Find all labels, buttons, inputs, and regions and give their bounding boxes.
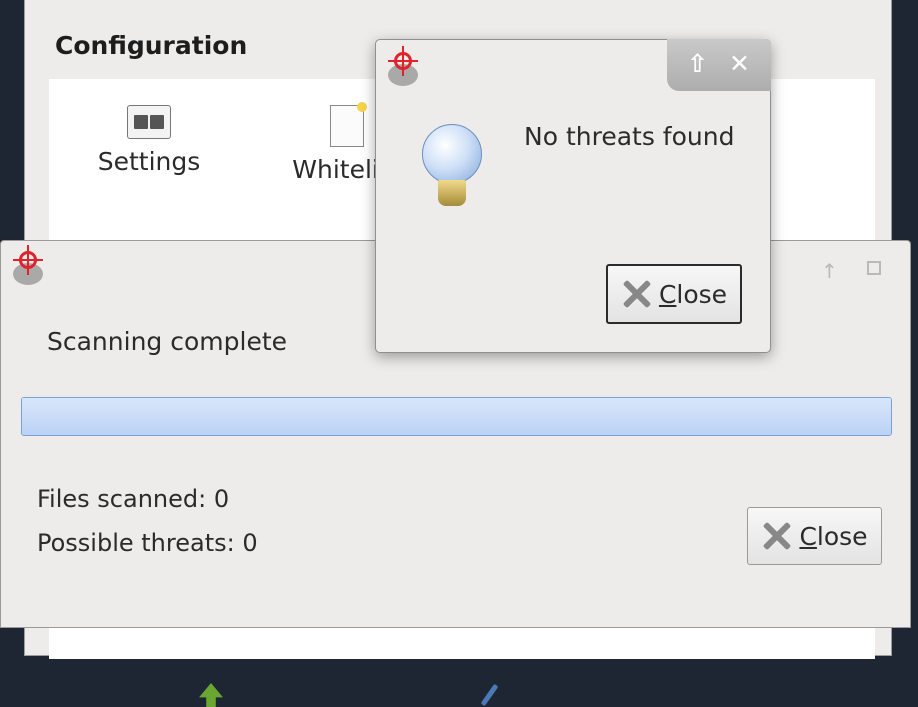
possible-threats-text: Possible threats: 0 <box>37 529 258 557</box>
scan-progress-bar <box>21 397 892 436</box>
edit-icon[interactable] <box>481 683 505 707</box>
close-icon <box>761 521 791 551</box>
close-icon <box>621 279 651 309</box>
close-icon[interactable]: ✕ <box>729 49 750 78</box>
notification-message: No threats found <box>524 122 735 151</box>
update-icon[interactable] <box>199 683 223 707</box>
files-scanned-text: Files scanned: 0 <box>37 485 230 513</box>
clamtk-icon <box>11 245 51 287</box>
whitelist-icon <box>330 102 367 147</box>
clamtk-icon <box>386 46 426 88</box>
maximize-icon[interactable] <box>867 261 881 275</box>
close-button-label: Close <box>658 279 728 309</box>
notification-popup: ⇧ ✕ No threats found Close <box>375 39 771 353</box>
scan-close-button[interactable]: Close <box>747 507 882 565</box>
up-arrow-icon[interactable]: ↑ <box>821 259 838 283</box>
progress-fill <box>22 398 891 435</box>
settings-label: Settings <box>97 147 201 176</box>
settings-tool[interactable]: Settings <box>89 105 209 176</box>
up-arrow-icon[interactable]: ⇧ <box>687 49 708 78</box>
settings-icon <box>127 105 171 139</box>
scan-status: Scanning complete <box>47 327 288 356</box>
lightbulb-icon <box>418 124 488 214</box>
close-button-label: Close <box>799 521 868 551</box>
notification-close-button[interactable]: Close <box>606 264 742 324</box>
configuration-heading: Configuration <box>55 31 248 60</box>
notification-controls: ⇧ ✕ <box>667 39 771 91</box>
